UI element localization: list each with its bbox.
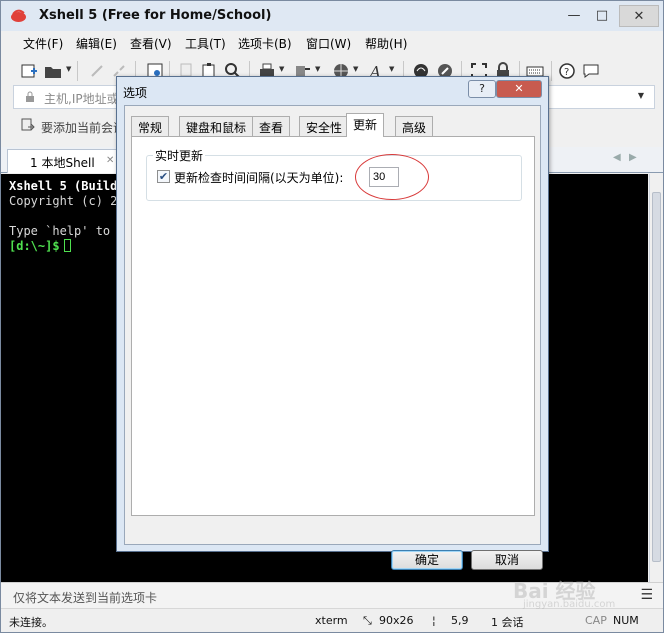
address-dropdown-icon[interactable]: ▼ <box>638 91 644 100</box>
status-size: 90x26 <box>379 614 414 627</box>
tab-close-icon[interactable]: ✕ <box>106 155 114 166</box>
title-bar: Xshell 5 (Free for Home/School) — □ ✕ <box>1 1 663 31</box>
transfer-dropdown-icon[interactable]: ▼ <box>315 65 320 73</box>
svg-text:?: ? <box>564 67 569 78</box>
terminal-line: Type `help' to <box>9 224 118 238</box>
menu-tabs[interactable]: 选项卡(B) <box>238 35 292 52</box>
realtime-update-group: 实时更新 ✔ 更新检查时间间隔(以天为单位): <box>146 147 522 201</box>
tab-advanced[interactable]: 高级 <box>395 116 434 136</box>
chat-icon[interactable] <box>581 61 601 81</box>
terminal-line: Copyright (c) 2 <box>9 194 118 208</box>
font-dropdown-icon[interactable]: ▼ <box>389 65 394 73</box>
status-bar: 未连接。 xterm ⤡ 90x26 ¦ 5,9 1 会话 CAP NUM <box>1 608 663 632</box>
options-dialog: 选项 ? ✕ 常规 键盘和鼠标 查看 安全性 更新 高级 实时更新 ✔ 更新检查… <box>116 76 549 570</box>
new-session-icon[interactable] <box>19 61 39 81</box>
session-tab-label: 1 本地Shell <box>30 156 95 170</box>
minimize-button[interactable]: — <box>561 5 587 27</box>
maximize-button[interactable]: □ <box>589 5 615 27</box>
highlight-circle <box>355 154 429 200</box>
link-icon <box>91 65 103 77</box>
tab-next-icon[interactable]: ▶ <box>629 152 637 163</box>
menu-tools[interactable]: 工具(T) <box>185 35 226 52</box>
resize-icon: ⤡ <box>363 614 372 627</box>
terminal-line: Xshell 5 (Build <box>9 179 118 193</box>
help-icon[interactable]: ? <box>557 61 577 81</box>
update-interval-checkbox[interactable]: ✔ <box>157 170 170 183</box>
menu-edit[interactable]: 编辑(E) <box>76 35 117 52</box>
ok-button[interactable]: 确定 <box>391 550 463 570</box>
print-dropdown-icon[interactable]: ▼ <box>279 65 284 73</box>
status-cap: CAP <box>585 614 607 627</box>
dialog-help-button[interactable]: ? <box>468 80 496 98</box>
compose-bar-placeholder: 仅将文本发送到当前选项卡 <box>13 591 158 605</box>
watermark-url: jingyan.baidu.com <box>523 599 616 610</box>
xshell-logo-icon <box>11 9 26 22</box>
cursor-position-icon: ¦ <box>432 614 436 627</box>
tab-prev-icon[interactable]: ◀ <box>613 152 621 163</box>
scrollbar-thumb[interactable] <box>652 192 661 562</box>
dialog-body: 常规 键盘和鼠标 查看 安全性 更新 高级 实时更新 ✔ 更新检查时间间隔(以天… <box>124 105 543 570</box>
tab-view[interactable]: 查看 <box>252 116 291 136</box>
menu-file[interactable]: 文件(F) <box>23 35 63 52</box>
tab-keyboard-mouse[interactable]: 键盘和鼠标 <box>179 116 254 136</box>
update-tab-panel: 实时更新 ✔ 更新检查时间间隔(以天为单位): <box>131 136 535 516</box>
group-title: 实时更新 <box>153 147 206 164</box>
status-connection: 未连接。 <box>9 616 53 629</box>
status-num: NUM <box>613 614 639 627</box>
window-title: Xshell 5 (Free for Home/School) <box>39 8 272 23</box>
menu-window[interactable]: 窗口(W) <box>306 35 351 52</box>
open-dropdown-icon[interactable]: ▼ <box>66 65 71 73</box>
status-terminal-type: xterm <box>315 614 348 627</box>
terminal-scrollbar[interactable] <box>649 174 663 582</box>
globe-dropdown-icon[interactable]: ▼ <box>353 65 358 73</box>
dialog-title: 选项 <box>123 86 148 100</box>
terminal-prompt-line: [d:\~]$ <box>9 239 71 253</box>
terminal-prompt: [d:\~]$ <box>9 239 60 253</box>
dialog-close-button[interactable]: ✕ <box>496 80 542 98</box>
status-cursor: 5,9 <box>451 614 469 627</box>
menu-help[interactable]: 帮助(H) <box>365 35 407 52</box>
tab-update[interactable]: 更新 <box>346 113 385 137</box>
add-session-arrow-icon[interactable] <box>21 118 35 132</box>
session-tab[interactable]: 1 本地Shell ✕ <box>7 149 117 173</box>
close-window-button[interactable]: ✕ <box>619 5 659 27</box>
cancel-button[interactable]: 取消 <box>471 550 543 570</box>
tab-security[interactable]: 安全性 <box>299 116 350 136</box>
open-folder-icon[interactable] <box>43 61 63 81</box>
lock-small-icon <box>26 91 34 102</box>
menu-view[interactable]: 查看(V) <box>130 35 172 52</box>
update-interval-label[interactable]: 更新检查时间间隔(以天为单位): <box>174 169 343 186</box>
tab-general[interactable]: 常规 <box>131 116 170 136</box>
status-sessions: 1 会话 <box>491 616 524 629</box>
terminal-cursor <box>63 239 71 252</box>
